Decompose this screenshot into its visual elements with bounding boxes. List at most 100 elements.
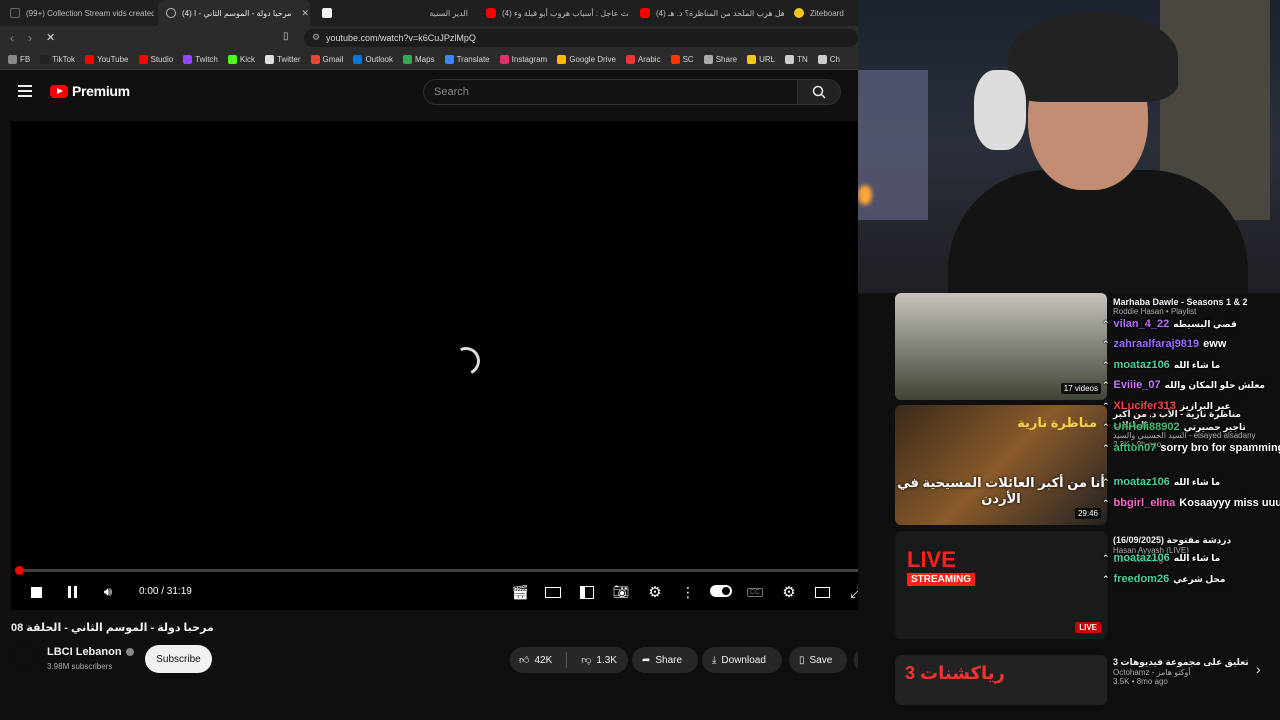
bookmark-fb[interactable]: FB <box>8 55 30 64</box>
back-icon[interactable]: ‹ <box>10 31 14 45</box>
stop-button[interactable] <box>28 583 44 601</box>
bookmark-label: Translate <box>456 55 490 64</box>
bookmark-kick[interactable]: Kick <box>227 55 255 64</box>
search-input[interactable]: Search <box>423 79 798 105</box>
menu-icon[interactable] <box>18 85 32 97</box>
video-player[interactable]: 🔊︎ 0:00 / 31:19 🎬︎ 📷︎ ⚙ ⋮ CC ⚙ ⤢ <box>11 121 883 610</box>
bookmark-youtube[interactable]: YouTube <box>85 55 129 64</box>
like-button[interactable]: 👍︎ 42K <box>510 647 561 673</box>
recommendation-views: 3.5K • 8mo ago <box>1113 677 1168 686</box>
bookmark-instagram[interactable]: Instagram <box>499 55 547 64</box>
chat-message: ⌃ UnHoli88902 تاجير حصيرتي <box>1102 421 1280 433</box>
loading-spinner-icon <box>448 343 484 379</box>
chat-username: freedom26 <box>1113 573 1170 585</box>
miniplayer-button[interactable] <box>543 583 563 601</box>
chat-text: ما شاء الله <box>1173 477 1221 487</box>
save-button[interactable]: ▯ Save <box>789 647 847 673</box>
bookmark-outlook[interactable]: Outlook <box>353 55 393 64</box>
bookmark-gmail[interactable]: Gmail <box>310 55 343 64</box>
close-tab-icon[interactable]: ✕ <box>301 8 309 19</box>
bookmark-twitter[interactable]: Twitter <box>264 55 301 64</box>
bookmark-sc[interactable]: SC <box>670 55 694 64</box>
bookmark-icon[interactable]: ▯ <box>283 31 289 42</box>
bookmark-maps[interactable]: Maps <box>403 55 435 64</box>
chat-username: Eviiie_07 <box>1113 379 1161 391</box>
recommendation-thumbnail[interactable]: 17 videos <box>895 293 1107 400</box>
stop-icon <box>30 586 42 598</box>
tab-blank[interactable] <box>314 0 344 26</box>
gear-icon: ⚙ <box>648 584 662 601</box>
recommendation-meta[interactable]: تعليق على مجموعة فيديوهات 3 Octohamz - أ… <box>1113 657 1273 686</box>
thumbnail-live-text: LIVE <box>907 547 956 572</box>
outlook-icon <box>353 55 363 64</box>
chat-text: عير البرازيز <box>1179 401 1231 411</box>
share-button[interactable]: ➦ Share <box>632 647 698 673</box>
fb-icon <box>8 55 17 64</box>
download-icon: ⤓ <box>712 654 717 666</box>
bookmark-google-drive[interactable]: Google Drive <box>557 55 616 64</box>
channel-name-row[interactable]: LBCI Lebanon <box>47 646 134 658</box>
cast-button[interactable] <box>812 583 832 601</box>
bookmark-arabic[interactable]: Arabic <box>625 55 661 64</box>
tab-active-video[interactable]: (4) مرحبا دولة - الموسم الثاني - ا ✕ <box>158 0 310 26</box>
chevron-right-icon[interactable]: › <box>1256 661 1261 677</box>
recommendation-title: Marhaba Dawle - Seasons 1 & 2 <box>1113 297 1248 307</box>
settings-button[interactable]: ⚙ <box>779 583 799 601</box>
search-button[interactable] <box>797 79 841 105</box>
tab-ziteboard[interactable]: Ziteboard <box>786 0 858 26</box>
subscribe-button[interactable]: Subscribe <box>145 645 212 673</box>
forward-icon[interactable]: › <box>28 31 32 45</box>
captions-button[interactable]: CC <box>745 583 765 601</box>
bookmark-studio[interactable]: Studio <box>138 55 173 64</box>
theater-mode-button[interactable] <box>577 583 597 601</box>
bookmark-twitch[interactable]: Twitch <box>183 55 218 64</box>
chat-text: تاجير حصيرتي <box>1183 422 1246 432</box>
chat-text: معلش حلو المكان والله <box>1164 380 1265 390</box>
channel-name[interactable]: LBCI Lebanon <box>47 646 122 658</box>
bookmark-ch[interactable]: Ch <box>817 55 840 64</box>
bookmark-tn[interactable]: TN <box>785 55 808 64</box>
chat-badge-icon: ⌃ <box>1102 553 1110 563</box>
progress-scrubber[interactable] <box>15 566 24 575</box>
volume-button[interactable]: 🔊︎ <box>99 583 117 601</box>
stop-loading-icon[interactable]: ✕ <box>46 31 55 44</box>
recommendation-thumbnail[interactable]: مناظرة نارية أنا من أكبر العائلات المسيح… <box>895 405 1107 525</box>
site-info-icon[interactable]: ⚙ <box>312 32 320 43</box>
recommendation-thumbnail[interactable]: LIVE STREAMING LIVE <box>895 531 1107 639</box>
youtube-premium-logo[interactable]: Premium <box>50 83 130 99</box>
bookmark-tiktok[interactable]: TikTok <box>40 55 75 64</box>
bookmark-label: Twitch <box>195 55 218 64</box>
tab-live-news[interactable]: (4) بث عاجل : أسباب هروب أبو قبلة وء <box>478 0 628 26</box>
instagram-icon <box>499 55 509 64</box>
autoplay-toggle[interactable] <box>710 585 732 597</box>
dislike-count: 1.3K <box>596 654 617 666</box>
channel-avatar[interactable] <box>11 644 39 672</box>
dislike-button[interactable]: 👎︎ 1.3K <box>572 647 626 673</box>
tab-debate[interactable]: (4) هل هرب الملحد من المناظرة؟ د. هـ <box>632 0 784 26</box>
arabic-icon <box>625 55 635 64</box>
url-field[interactable]: ⚙ youtube.com/watch?v=k6CuJPzlMpQ <box>304 29 858 47</box>
recommendation-thumbnail[interactable]: رياكشنات 3 <box>895 655 1107 705</box>
chat-text: ما شاء الله <box>1173 553 1221 563</box>
progress-bar[interactable] <box>15 566 875 575</box>
bookmark-translate[interactable]: Translate <box>444 55 490 64</box>
clapperboard-icon: 🎬︎ <box>511 583 529 600</box>
tab-collection[interactable]: (99+) Collection Stream vids created <box>2 0 154 26</box>
chat-badge-icon: ⌃ <box>1102 401 1110 411</box>
more-options-button[interactable]: ⋮ <box>681 583 695 601</box>
bookmarks-bar: FB TikTok YouTube Studio Twitch Kick Twitter Gm… <box>0 50 858 70</box>
extension-settings-button[interactable]: ⚙ <box>645 583 665 601</box>
bookmark-label: Outlook <box>365 55 394 64</box>
bookmark-share[interactable]: Share <box>703 55 737 64</box>
chat-text: Kosaayyy miss uuu <box>1179 497 1280 509</box>
pause-button[interactable] <box>64 583 80 601</box>
bookmark-label: TikTok <box>52 55 76 64</box>
tab-deir[interactable]: الدير السنية <box>346 0 476 26</box>
chapters-button[interactable]: 🎬︎ <box>510 583 530 601</box>
bookmark-url[interactable]: URL <box>747 55 775 64</box>
screenshot-button[interactable]: 📷︎ <box>611 583 631 601</box>
chat-badge-icon: ⌃ <box>1102 380 1110 390</box>
download-button[interactable]: ⤓ Download <box>702 647 782 673</box>
pause-icon <box>67 586 77 598</box>
divider <box>566 652 568 668</box>
